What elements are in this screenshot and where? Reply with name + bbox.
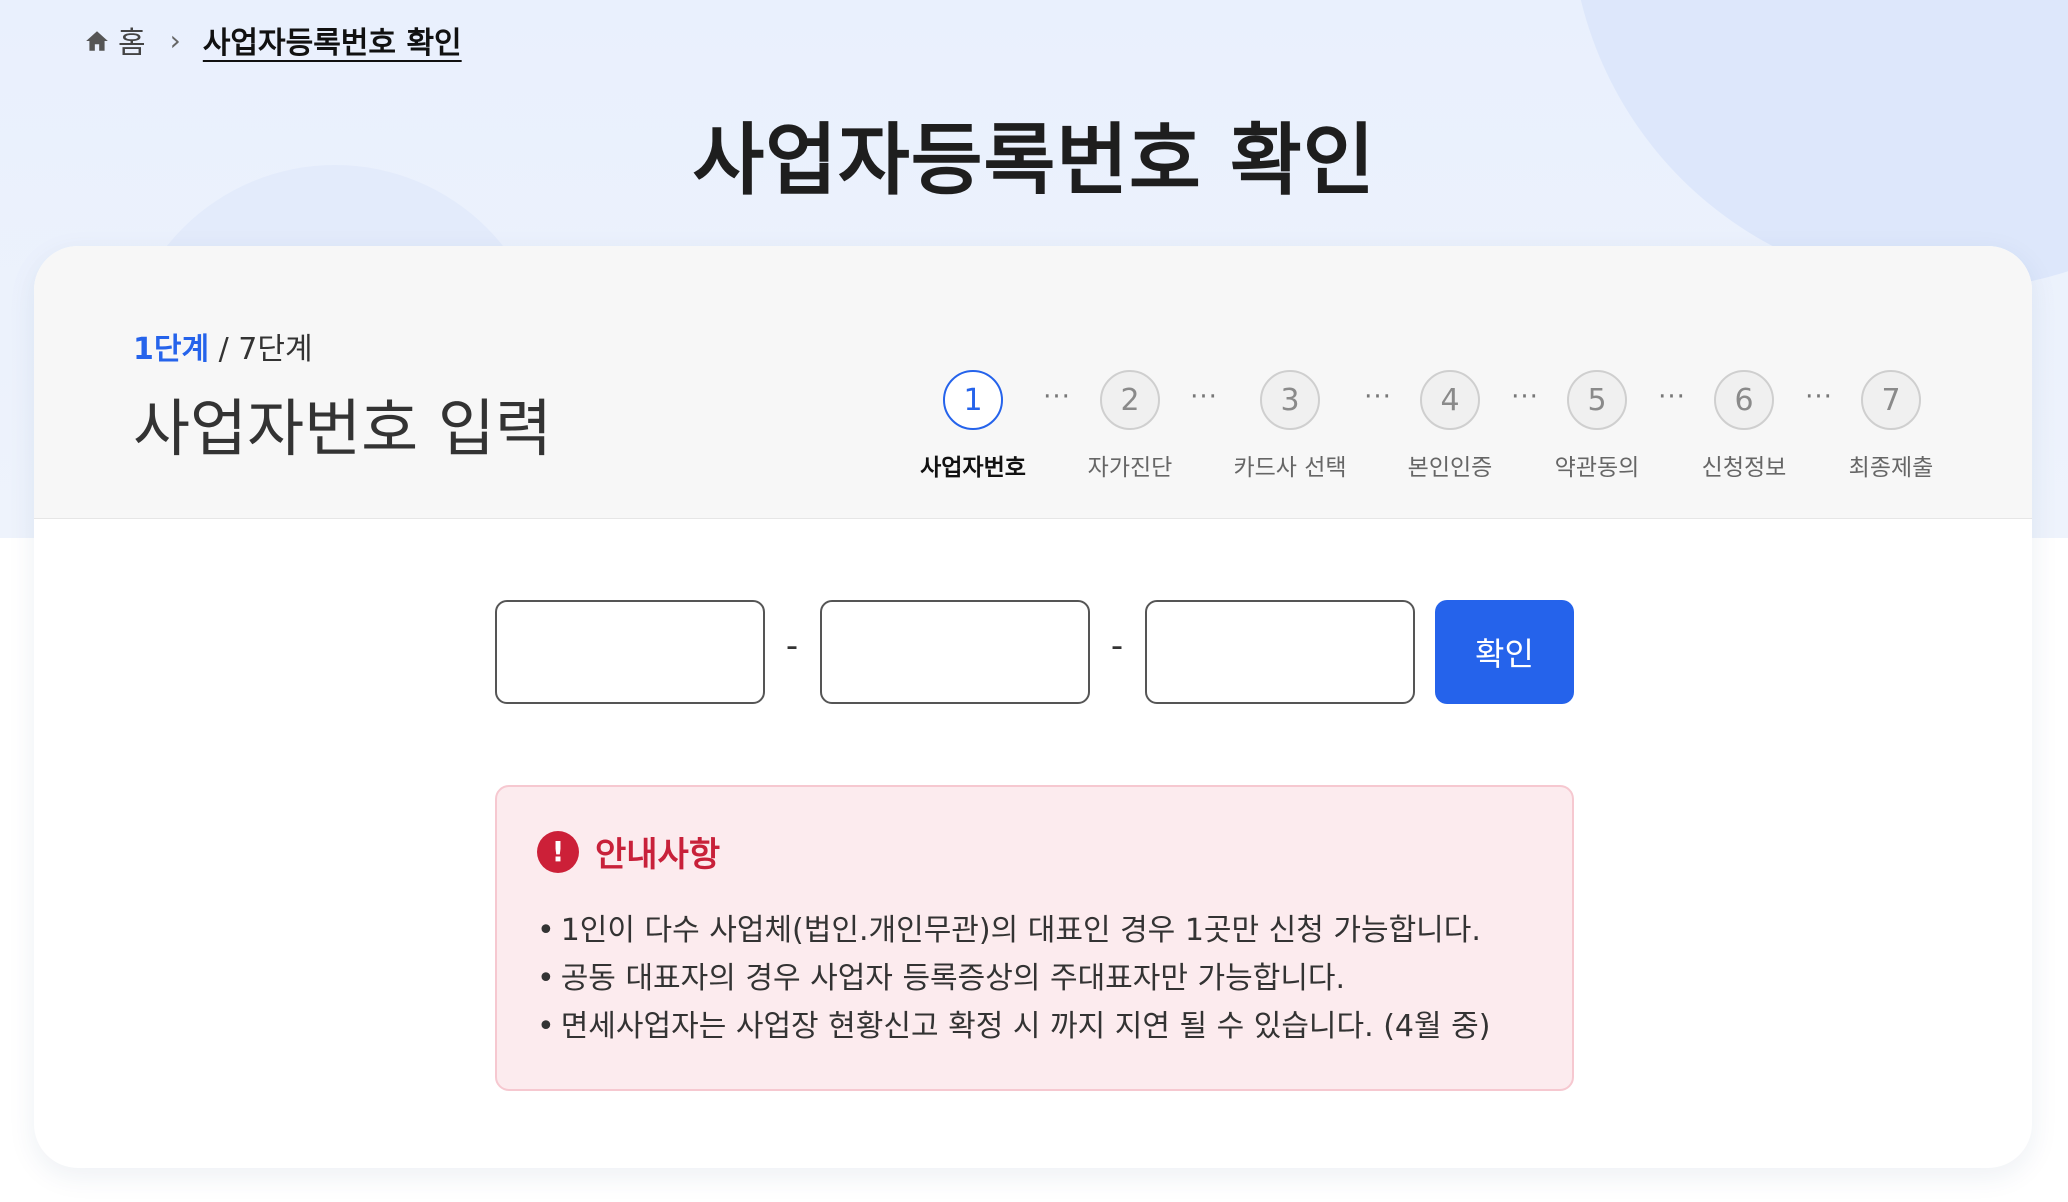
dash-separator: - [785, 626, 799, 666]
notice-title: 안내사항 [595, 835, 721, 875]
step-number: 7 [1861, 370, 1921, 430]
step-number: 1 [943, 370, 1003, 430]
business-number-part1-input[interactable] [495, 600, 765, 704]
step-number: 6 [1714, 370, 1774, 430]
step-number: 4 [1420, 370, 1480, 430]
step-number: 5 [1567, 370, 1627, 430]
step-label: 본인인증 [1407, 455, 1493, 481]
notice-list: 1인이 다수 사업체(법인.개인무관)의 대표인 경우 1곳만 신청 가능합니다… [537, 907, 1491, 1051]
step-label: 신청정보 [1701, 455, 1787, 481]
step-label: 카드사 선택 [1233, 455, 1347, 481]
step-7: 7 최종제출 [1811, 370, 1971, 482]
home-icon[interactable] [84, 27, 110, 53]
page-title: 사업자등록번호 확인 [692, 116, 1376, 206]
step-label: 사업자번호 [920, 455, 1026, 481]
breadcrumb-home-link[interactable]: 홈 [118, 18, 146, 62]
dash-separator: - [1110, 626, 1124, 666]
business-number-part2-input[interactable] [820, 600, 1090, 704]
notice-item: 1인이 다수 사업체(법인.개인무관)의 대표인 경우 1곳만 신청 가능합니다… [537, 907, 1490, 955]
confirm-button[interactable]: 확인 [1435, 600, 1574, 704]
step-label: 최종제출 [1848, 455, 1934, 481]
breadcrumb-current-link[interactable]: 사업자등록번호 확인 [203, 18, 462, 62]
exclamation-circle-icon: ! [537, 830, 579, 873]
step-label: 자가진단 [1087, 455, 1173, 481]
step-number: 2 [1100, 370, 1160, 430]
form-card: 1단계 / 7단계 사업자번호 입력 1 사업자번호 ··· 2 자가진단 ··… [34, 246, 2032, 1168]
step-3: 3 카드사 선택 [1210, 370, 1370, 482]
step-label: 약관동의 [1554, 455, 1640, 481]
step-1: 1 사업자번호 [893, 370, 1053, 482]
breadcrumb: 홈 › 사업자등록번호 확인 [84, 18, 462, 62]
step-number: 3 [1260, 370, 1320, 430]
business-number-part3-input[interactable] [1145, 600, 1415, 704]
notice-header: ! 안내사항 [537, 827, 720, 876]
stepper: 1 사업자번호 ··· 2 자가진단 ··· 3 카드사 선택 ··· 4 본인… [34, 246, 2032, 518]
notice-box: ! 안내사항 1인이 다수 사업체(법인.개인무관)의 대표인 경우 1곳만 신… [495, 785, 1574, 1091]
card-header: 1단계 / 7단계 사업자번호 입력 1 사업자번호 ··· 2 자가진단 ··… [34, 246, 2032, 519]
notice-item: 공동 대표자의 경우 사업자 등록증상의 주대표자만 가능합니다. [537, 955, 1490, 1003]
chevron-right-icon: › [169, 23, 181, 57]
notice-item: 면세사업자는 사업장 현황신고 확정 시 까지 지연 될 수 있습니다. (4월… [537, 1003, 1491, 1051]
